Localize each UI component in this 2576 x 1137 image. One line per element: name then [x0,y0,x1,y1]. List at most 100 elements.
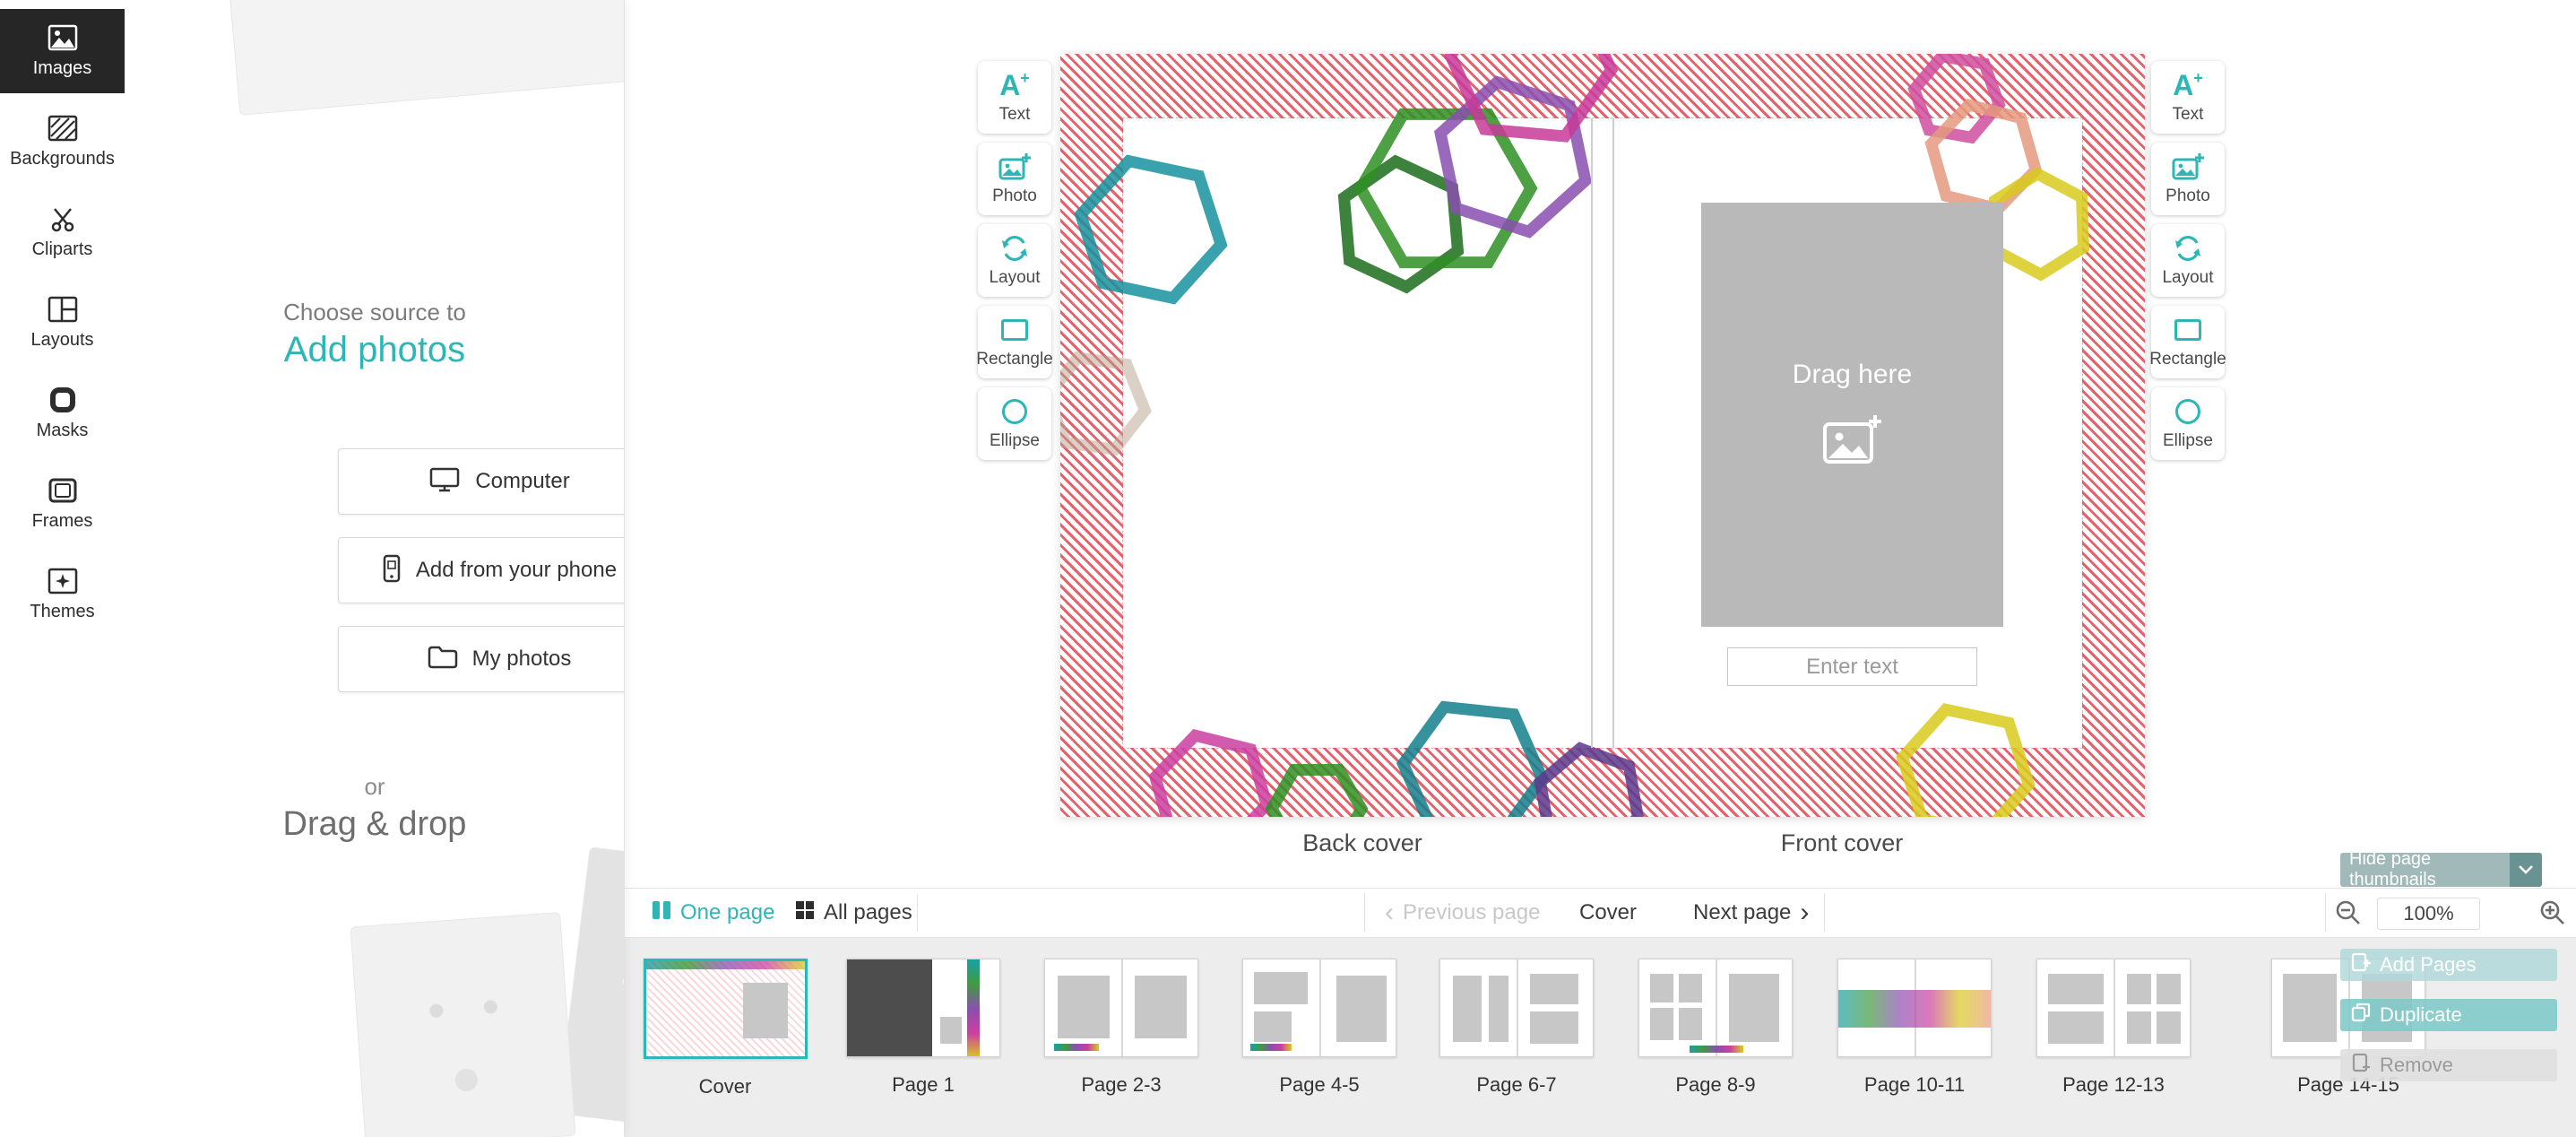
sidebar-item-masks[interactable]: Masks [0,371,125,456]
thumbnail-art [1439,959,1594,1057]
sidebar-item-frames[interactable]: Frames [0,462,125,546]
decorative-photo [226,0,625,116]
backgrounds-icon [48,115,78,142]
panel-title: Add photos [125,330,625,370]
thumbnail-page-4-5[interactable]: Page 4-5 [1230,938,1409,1097]
thumbnail-label: Page 4-5 [1230,1073,1409,1097]
all-pages-icon [795,900,815,926]
sidebar-item-label: Backgrounds [10,149,115,169]
add-from-phone-button[interactable]: Add from your phone [338,537,625,603]
thumbnail-page-2-3[interactable]: Page 2-3 [1032,938,1211,1097]
all-pages-toggle[interactable]: All pages [795,889,912,937]
next-page-button[interactable]: Next page › [1693,889,1809,937]
layout-tool-button[interactable]: Layout [978,224,1051,297]
thumbnail-art [1837,959,1992,1057]
sidebar-item-layouts[interactable]: Layouts [0,281,125,365]
duplicate-label: Duplicate [2380,1003,2462,1027]
layout-tool-button[interactable]: Layout [2151,224,2225,297]
chevron-down-icon [2510,853,2542,887]
chevron-right-icon: › [1800,899,1809,926]
tool-label: Rectangle [2149,350,2226,369]
previous-page-label: Previous page [1403,900,1540,925]
thumbnail-page-6-7[interactable]: Page 6-7 [1427,938,1606,1097]
add-photo-icon [1821,413,1884,470]
thumbnail-page-10-11[interactable]: Page 10-11 [1825,938,2004,1097]
text-tool-button[interactable]: A+ Text [2151,61,2225,134]
add-pages-icon [2351,952,2371,977]
ellipse-tool-button[interactable]: Ellipse [978,387,1051,460]
phone-icon [382,554,402,587]
thumbnail-page-1[interactable]: Page 1 [834,938,1013,1097]
thumbnail-label: Cover [635,1075,815,1098]
left-tool-column: A+ Text Photo Layout Rectangle Ellipse [978,61,1051,460]
front-cover-label: Front cover [1707,829,1976,857]
rectangle-tool-button[interactable]: Rectangle [2151,306,2225,378]
photo-tool-button[interactable]: Photo [2151,143,2225,215]
back-cover-label: Back cover [1228,829,1497,857]
ellipse-tool-button[interactable]: Ellipse [2151,387,2225,460]
tool-label: Photo [2165,187,2210,206]
tool-label: Text [2173,105,2204,125]
sidebar-item-label: Themes [30,602,94,622]
photo-tool-icon [998,152,1031,182]
sidebar-item-cliparts[interactable]: Cliparts [0,190,125,274]
one-page-toggle[interactable]: One page [652,889,774,937]
add-pages-label: Add Pages [2380,953,2477,976]
sidebar-item-label: Cliparts [32,239,93,260]
photo-tool-button[interactable]: Photo [978,143,1051,215]
sidebar-item-backgrounds[interactable]: Backgrounds [0,100,125,184]
chevron-left-icon: ‹ [1385,899,1394,926]
thumbnail-cover[interactable]: Cover [635,938,815,1098]
remove-icon [2351,1053,2371,1078]
remove-label: Remove [2380,1054,2453,1077]
spine-line [1591,118,1593,748]
duplicate-icon [2351,1002,2371,1028]
thumbnail-art [846,959,1000,1057]
layout-tool-icon [2173,233,2203,264]
thumbnail-label: Page 6-7 [1427,1073,1606,1097]
my-photos-button[interactable]: My photos [338,626,625,692]
thumbnail-label: Page 1 [834,1073,1013,1097]
drop-zone-label: Drag here [1793,360,1912,390]
sidebar-item-themes[interactable]: Themes [0,552,125,637]
previous-page-button[interactable]: ‹ Previous page [1385,889,1540,937]
frames-icon [48,477,78,504]
computer-button[interactable]: Computer [338,448,625,515]
zoom-in-button[interactable] [2539,889,2566,937]
add-pages-button[interactable]: Add Pages [2340,949,2557,981]
decorative-photo-face [350,912,576,1137]
rectangle-tool-button[interactable]: Rectangle [978,306,1051,378]
sidebar-item-images[interactable]: Images [0,9,125,93]
duplicate-button[interactable]: Duplicate [2340,999,2557,1031]
tool-label: Text [999,105,1031,125]
photo-drop-zone[interactable]: Drag here [1701,203,2003,627]
text-tool-button[interactable]: A+ Text [978,61,1051,134]
computer-button-label: Computer [475,469,569,494]
photo-tool-icon [2172,152,2204,182]
hide-page-thumbnails-button[interactable]: Hide page thumbnails [2340,853,2542,887]
layouts-icon [48,296,78,323]
tool-label: Layout [989,268,1040,288]
thumbnail-page-8-9[interactable]: Page 8-9 [1626,938,1805,1097]
cover-spread-canvas[interactable]: Drag here Enter text [1060,54,2145,817]
rectangle-tool-icon [2174,315,2201,345]
tool-label: Layout [2162,268,2213,288]
zoom-out-button[interactable] [2335,889,2362,937]
rectangle-tool-icon [1001,315,1028,345]
sidebar-item-label: Layouts [30,330,93,351]
current-page-label: Cover [1579,900,1637,925]
my-photos-button-label: My photos [472,647,572,672]
thumbnail-art [644,959,808,1059]
toolbar-divider [1824,894,1825,932]
add-photos-panel: Choose source to Add photos Computer Add… [125,0,625,1137]
panel-subtitle: Choose source to [125,299,625,326]
thumbnail-art [1044,959,1198,1057]
sidebar-item-label: Masks [37,421,89,441]
hide-thumbnails-label: Hide page thumbnails [2340,849,2510,890]
tool-label: Ellipse [990,431,1040,451]
zoom-level-input[interactable] [2377,898,2480,930]
cover-text-field[interactable]: Enter text [1727,647,1977,686]
remove-button[interactable]: Remove [2340,1049,2557,1081]
thumbnail-page-12-13[interactable]: Page 12-13 [2024,938,2203,1097]
current-page-indicator: Cover [1579,889,1637,937]
